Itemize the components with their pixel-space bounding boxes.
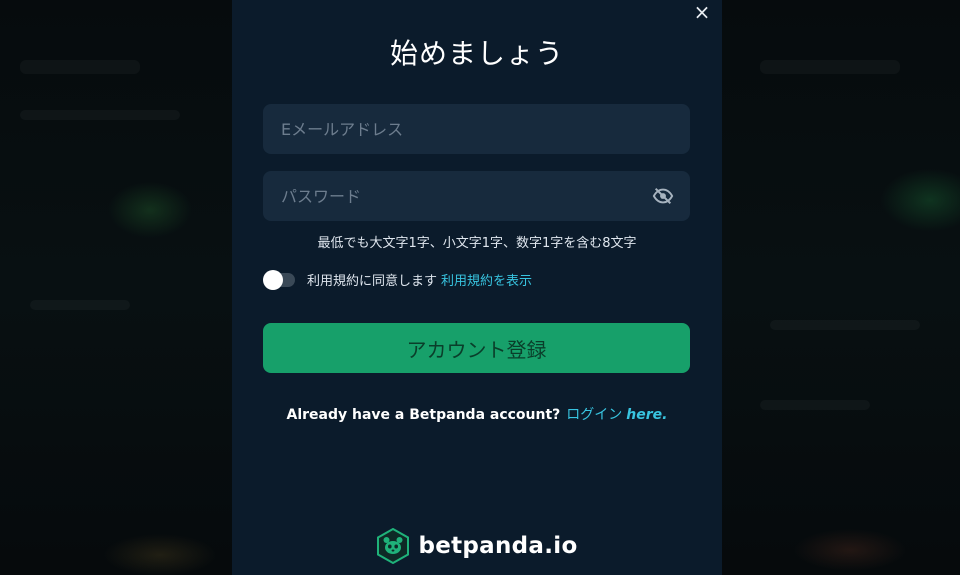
brand-name: betpanda.io [418,533,578,559]
login-prompt: Already have a Betpanda account? ログイン here… [232,404,722,424]
panda-logo-icon [377,528,410,564]
terms-row: 利用規約に同意します 利用規約を表示 [263,269,532,290]
terms-toggle[interactable] [263,269,295,290]
login-link[interactable]: ログイン [566,407,622,423]
terms-text: 利用規約に同意します [307,274,438,289]
email-field-container [263,104,690,154]
here-link[interactable]: here. [626,407,667,423]
close-icon[interactable]: × [692,2,712,22]
password-field-container [263,171,690,221]
view-terms-link[interactable]: 利用規約を表示 [441,274,532,289]
eye-off-icon[interactable] [652,185,674,207]
login-prompt-text: Already have a Betpanda account? [286,407,561,423]
password-hint: 最低でも大文字1字、小文字1字、数字1字を含む8文字 [317,236,637,251]
terms-label: 利用規約に同意します 利用規約を表示 [307,270,532,289]
password-input[interactable] [279,185,652,207]
toggle-knob [263,269,283,290]
modal-title: 始めましょう [389,37,564,70]
brand: betpanda.io [232,528,722,564]
email-input[interactable] [279,118,674,140]
register-button[interactable]: アカウント登録 [263,323,690,373]
signup-modal: × 始めましょう 最低でも大文字1字、小文字1字、数字1字を含む8文字 利用規約… [232,0,722,575]
